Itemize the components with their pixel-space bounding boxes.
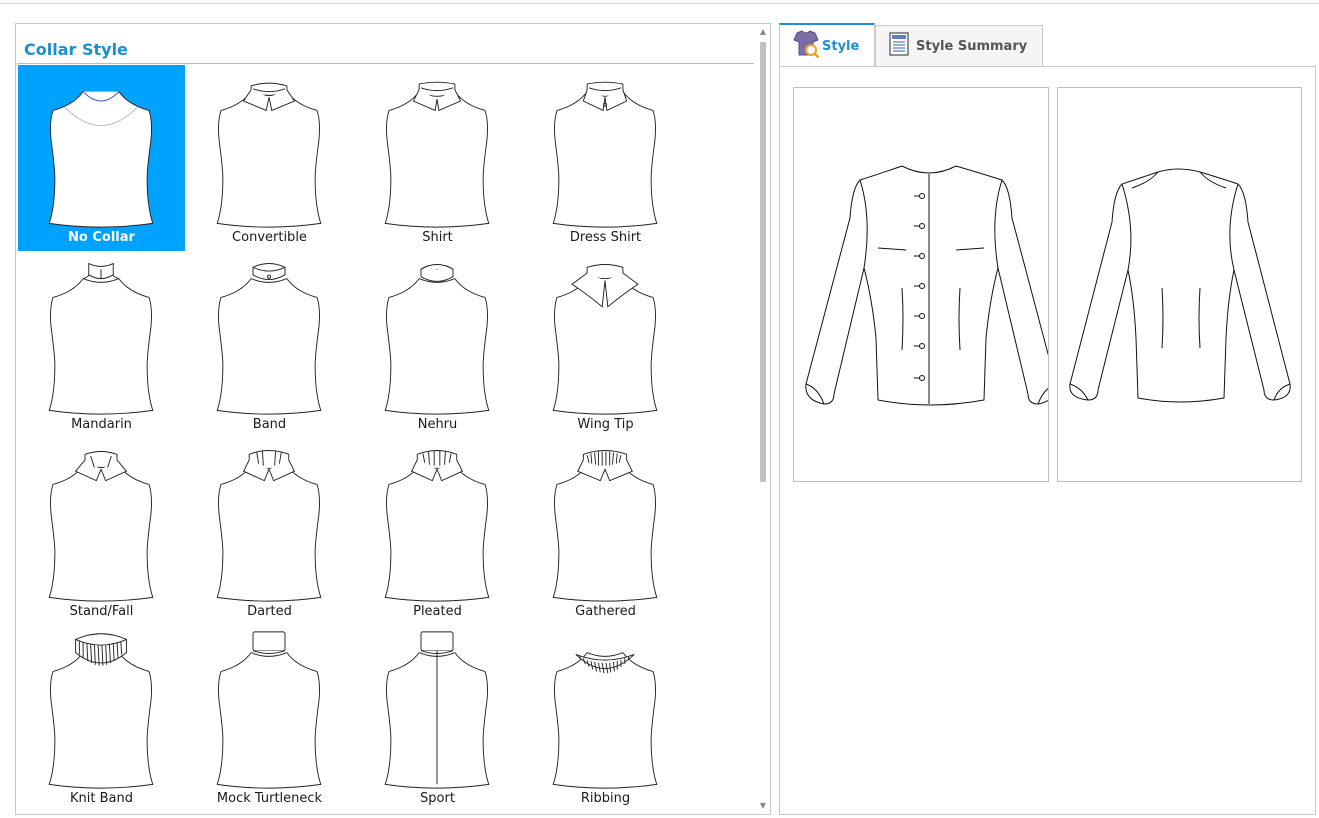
collar-option-label: Knit Band	[70, 791, 133, 806]
panel-title: Collar Style	[24, 40, 128, 59]
scroll-up-arrow-icon[interactable]: ▲	[755, 24, 770, 40]
collar-stand-fall-sketch	[48, 451, 154, 602]
document-icon	[888, 32, 910, 60]
collar-option-mandarin[interactable]: Mandarin	[18, 252, 185, 438]
collar-convertible-sketch	[216, 82, 322, 228]
tab-style[interactable]: Style	[779, 23, 875, 67]
collar-option-convertible[interactable]: Convertible	[186, 65, 353, 251]
collar-option-mock-turtleneck[interactable]: Mock Turtleneck	[186, 626, 353, 812]
collar-option-label: Ribbing	[580, 791, 631, 806]
collar-band-sketch	[216, 263, 322, 415]
collar-option-label: Stand/Fall	[69, 604, 134, 619]
top-divider	[0, 3, 1319, 4]
collar-option-wing-tip[interactable]: Wing Tip	[522, 252, 689, 438]
collar-option-dress-shirt[interactable]: Dress Shirt	[522, 65, 689, 251]
collar-option-sport[interactable]: Sport	[354, 626, 521, 812]
jacket-front-sketch	[805, 165, 1057, 406]
tab-bar: Style Style Summary	[779, 23, 1316, 67]
collar-option-shirt[interactable]: Shirt	[354, 65, 521, 251]
vertical-scrollbar[interactable]: ▲ ▼	[755, 24, 770, 814]
collar-option-round[interactable]: No Collar	[18, 65, 185, 251]
collar-option-label: Shirt	[422, 230, 453, 245]
collar-round-sketch	[48, 91, 154, 228]
collar-ribbing-sketch	[552, 652, 658, 789]
scroll-down-arrow-icon[interactable]: ▼	[755, 798, 770, 814]
app-root: Collar Style No Collar Convertible Shirt Dr…	[0, 0, 1319, 818]
scroll-thumb[interactable]	[760, 42, 766, 482]
collar-option-darted[interactable]: Darted	[186, 439, 353, 625]
collar-option-label: Mock Turtleneck	[216, 791, 323, 806]
back-view-box	[1057, 87, 1302, 482]
shirt-search-icon	[792, 29, 820, 63]
title-divider	[17, 63, 754, 64]
collar-option-label: No Collar	[68, 230, 135, 245]
collar-option-pleated[interactable]: Pleated	[354, 439, 521, 625]
collar-style-panel: Collar Style No Collar Convertible Shirt Dr…	[15, 23, 771, 815]
collar-option-nehru[interactable]: Nehru	[354, 252, 521, 438]
tab-style-summary-label: Style Summary	[916, 38, 1028, 54]
style-preview-panel	[779, 66, 1316, 815]
collar-dress-shirt-sketch	[552, 81, 658, 228]
collar-option-label: Nehru	[417, 417, 458, 432]
collar-option-label: Wing Tip	[577, 417, 634, 432]
tab-style-label: Style	[822, 38, 860, 54]
collar-shirt-sketch	[384, 81, 490, 228]
collar-option-label: Convertible	[232, 230, 307, 245]
collar-mandarin-sketch	[48, 262, 154, 415]
collar-option-stand-fall[interactable]: Stand/Fall	[18, 439, 185, 625]
collar-option-label: Pleated	[413, 604, 462, 619]
collar-gathered-sketch	[552, 450, 658, 602]
collar-option-label: Dress Shirt	[569, 230, 642, 245]
tab-style-summary[interactable]: Style Summary	[875, 25, 1043, 66]
jacket-back-sketch	[1069, 168, 1291, 403]
collar-nehru-sketch	[384, 264, 490, 415]
collar-pleated-sketch	[384, 450, 490, 602]
collar-darted-sketch	[216, 450, 322, 602]
collar-option-label: Darted	[247, 604, 292, 619]
collar-knit-band-sketch	[48, 633, 154, 789]
front-view-box	[793, 87, 1057, 482]
collar-option-band[interactable]: Band	[186, 252, 353, 438]
collar-option-label: Band	[252, 417, 287, 432]
collar-option-label: Mandarin	[71, 417, 132, 432]
collar-mock-turtleneck-sketch	[216, 631, 322, 789]
collar-option-gathered[interactable]: Gathered	[522, 439, 689, 625]
collar-sport-sketch	[384, 631, 490, 789]
collar-option-knit-band[interactable]: Knit Band	[18, 626, 185, 812]
collar-option-ribbing[interactable]: Ribbing	[522, 626, 689, 812]
collar-option-label: Gathered	[575, 604, 636, 619]
collar-wing-tip-sketch	[552, 264, 658, 415]
collar-option-label: Sport	[420, 791, 455, 806]
